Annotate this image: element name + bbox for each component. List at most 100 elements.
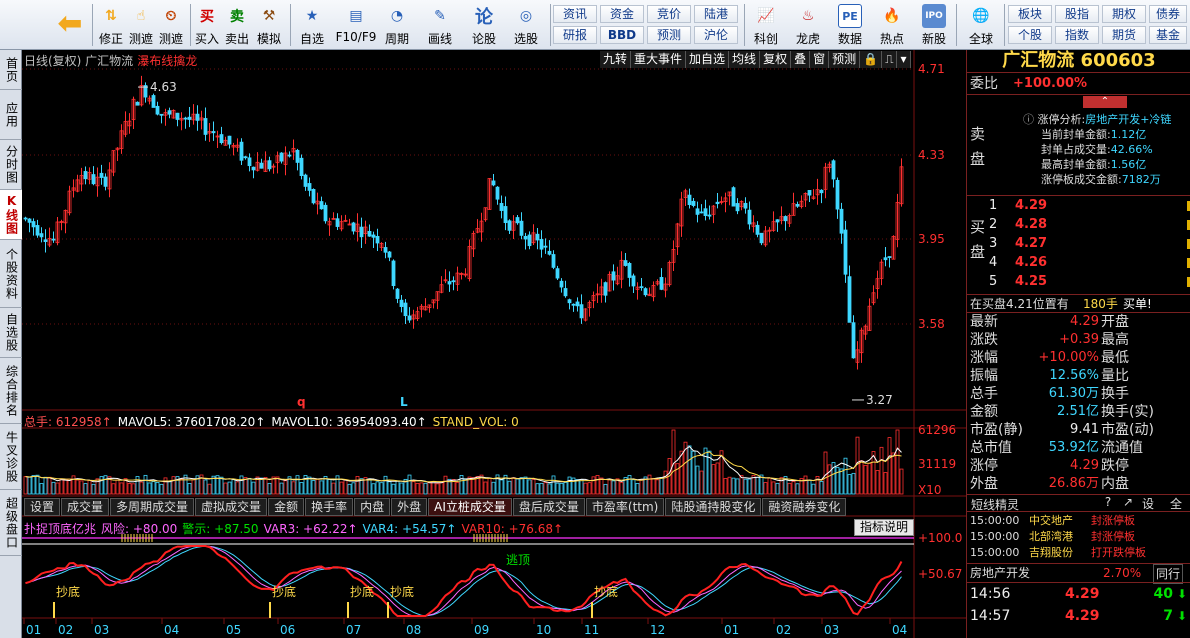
correct-button[interactable]: ⇅ 修正	[96, 2, 126, 48]
sector-row[interactable]: 房地产开发 2.70% 同行	[967, 563, 1190, 584]
short-term-row[interactable]: 15:00:00 中交地产 封涨停板	[967, 513, 1190, 529]
dragon-tiger-button[interactable]: ♨ 龙虎	[790, 2, 826, 48]
forecast-button[interactable]: 预测	[647, 26, 691, 44]
tab-super-depth[interactable]: 超级盘口	[0, 490, 22, 556]
shanghai-london-button[interactable]: 沪伦	[694, 26, 738, 44]
home-grid-button[interactable]	[6, 2, 44, 48]
measure2-button[interactable]: ⏲ 测遮	[156, 2, 186, 48]
stat-label-right: 最低	[1101, 350, 1129, 366]
funds2-button[interactable]: 基金	[1149, 26, 1187, 44]
chart-tool-5[interactable]: 叠	[791, 51, 811, 68]
stockindex-button[interactable]: 股指	[1055, 5, 1099, 23]
watchlist-button[interactable]: ★ 自选	[294, 2, 330, 48]
measure-button[interactable]: ☝ 测遮	[126, 2, 156, 48]
forum-button[interactable]: 论 论股	[466, 2, 502, 48]
ipo-button[interactable]: IPO 新股	[916, 2, 952, 48]
lock-icon[interactable]: 🔒	[860, 51, 883, 68]
indicator-tab-11[interactable]: 陆股通持股变化	[665, 498, 762, 516]
indicator-tab-4[interactable]: 金额	[268, 498, 305, 516]
stockpick-button[interactable]: ◎ 选股	[508, 2, 544, 48]
layout-icon[interactable]: ⎍	[882, 51, 898, 68]
bonds-button[interactable]: 债券	[1149, 5, 1187, 23]
f10-button[interactable]: ▤ F10/F9	[334, 2, 378, 48]
drawline-button[interactable]: ✎ 画线	[422, 2, 458, 48]
indicator-tab-3[interactable]: 虚拟成交量	[195, 498, 268, 516]
period-button[interactable]: ◔ 周期	[380, 2, 414, 48]
short-term-row[interactable]: 15:00:00 北部湾港 封涨停板	[967, 529, 1190, 545]
back-button[interactable]: ⬅	[52, 2, 88, 48]
options-button[interactable]: 期权	[1102, 5, 1146, 23]
buy-order-row[interactable]: 4 4.26	[987, 253, 1190, 272]
all-button[interactable]: 全	[1163, 495, 1189, 512]
price-tick-3: 3.58	[918, 317, 945, 331]
indicator-tab-9[interactable]: 盘后成交量	[512, 498, 585, 516]
candle-body	[743, 202, 748, 209]
chart-area[interactable]: 4.71 4.33 3.95 3.58 4.63 3.27 q L 61296 31119 X10 +…	[22, 50, 966, 638]
info-icon: ⓘ	[1023, 113, 1034, 126]
tab-home[interactable]: 首页	[0, 50, 22, 90]
tab-apps[interactable]: 应用	[0, 90, 22, 140]
indicator-tab-5[interactable]: 换手率	[305, 498, 354, 516]
auction-button[interactable]: 竞价	[647, 5, 691, 23]
chart-tool-0[interactable]: 九转	[600, 51, 632, 68]
chart-tool-4[interactable]: 复权	[760, 51, 792, 68]
data-button[interactable]: PE 数据	[832, 2, 868, 48]
sell-button[interactable]: 卖 卖出	[223, 2, 251, 48]
peer-tab[interactable]: 同行	[1153, 564, 1184, 584]
pe-icon: PE	[838, 4, 862, 28]
indicator-tab-7[interactable]: 外盘	[391, 498, 428, 516]
buy-order-row[interactable]: 3 4.27	[987, 234, 1190, 253]
indicator-tab-1[interactable]: 成交量	[61, 498, 110, 516]
stocks-button[interactable]: 个股	[1008, 26, 1052, 44]
hotspot-button[interactable]: 🔥 热点	[874, 2, 910, 48]
bbd-button[interactable]: BBD	[600, 26, 644, 44]
kline-header: 日线(复权) 广汇物流 瀑布线擒龙	[24, 52, 197, 69]
hkconnect-button[interactable]: 陆港	[694, 5, 738, 23]
candle-body	[203, 118, 208, 135]
global-button[interactable]: 🌐 全球	[960, 2, 1002, 48]
chart-tool-2[interactable]: 加自选	[686, 51, 730, 68]
help-button[interactable]: ?	[1099, 495, 1117, 509]
f10-label: F10/F9	[335, 30, 377, 44]
indicator-tab-0[interactable]: 设置	[24, 498, 61, 516]
candle-body	[371, 234, 376, 238]
dropdown-icon[interactable]: ▾	[897, 51, 911, 68]
futures-button[interactable]: 期货	[1102, 26, 1146, 44]
collapse-chevron-icon[interactable]: ⌃	[1083, 96, 1127, 108]
buy-price: 4.28	[1015, 217, 1048, 232]
index-button[interactable]: 指数	[1055, 26, 1099, 44]
tab-kline[interactable]: K线图	[0, 190, 22, 240]
short-term-row[interactable]: 15:00:00 吉翔股份 打开跌停板	[967, 545, 1190, 561]
expand-icon[interactable]: ↗	[1119, 495, 1137, 509]
research-button[interactable]: 研报	[553, 26, 597, 44]
star-market-button[interactable]: 📈 科创	[748, 2, 784, 48]
tab-ranking[interactable]: 综合排名	[0, 358, 22, 424]
sector-button[interactable]: 板块	[1008, 5, 1052, 23]
chart-tool-3[interactable]: 均线	[729, 51, 761, 68]
date-label-12: 01	[724, 623, 739, 637]
news-button[interactable]: 资讯	[553, 5, 597, 23]
indicator-tab-12[interactable]: 融资融券变化	[762, 498, 847, 516]
buy-button[interactable]: 买 买入	[193, 2, 221, 48]
indicator-tab-2[interactable]: 多周期成交量	[110, 498, 195, 516]
tab-diagnosis[interactable]: 牛叉诊股	[0, 424, 22, 490]
settings-button[interactable]: 设	[1139, 495, 1157, 512]
candle-body	[219, 134, 224, 144]
buy-order-row[interactable]: 1 4.29	[987, 196, 1190, 215]
simulate-button[interactable]: ⚒ 模拟	[254, 2, 284, 48]
indicator-tab-6[interactable]: 内盘	[354, 498, 391, 516]
tab-stock-profile[interactable]: 个股资料	[0, 240, 22, 308]
chart-tool-6[interactable]: 窗	[810, 51, 830, 68]
buy-order-row[interactable]: 5 4.25	[987, 272, 1190, 291]
buy-order-row[interactable]: 2 4.28	[987, 215, 1190, 234]
chart-tool-7[interactable]: 预测	[829, 51, 861, 68]
indicator-stat-4: VAR4: +54.57↑	[362, 522, 457, 536]
tab-timeshare[interactable]: 分时图	[0, 140, 22, 190]
tab-watchlist[interactable]: 自选股	[0, 308, 22, 358]
funds-button[interactable]: 资金	[600, 5, 644, 23]
stat-label: 外盘	[970, 476, 998, 492]
chart-tool-1[interactable]: 重大事件	[631, 51, 687, 68]
indicator-explain-button[interactable]: 指标说明	[854, 519, 914, 536]
indicator-tab-8[interactable]: AI立桩成交量	[428, 498, 512, 516]
indicator-tab-10[interactable]: 市盈率(ttm)	[585, 498, 665, 516]
